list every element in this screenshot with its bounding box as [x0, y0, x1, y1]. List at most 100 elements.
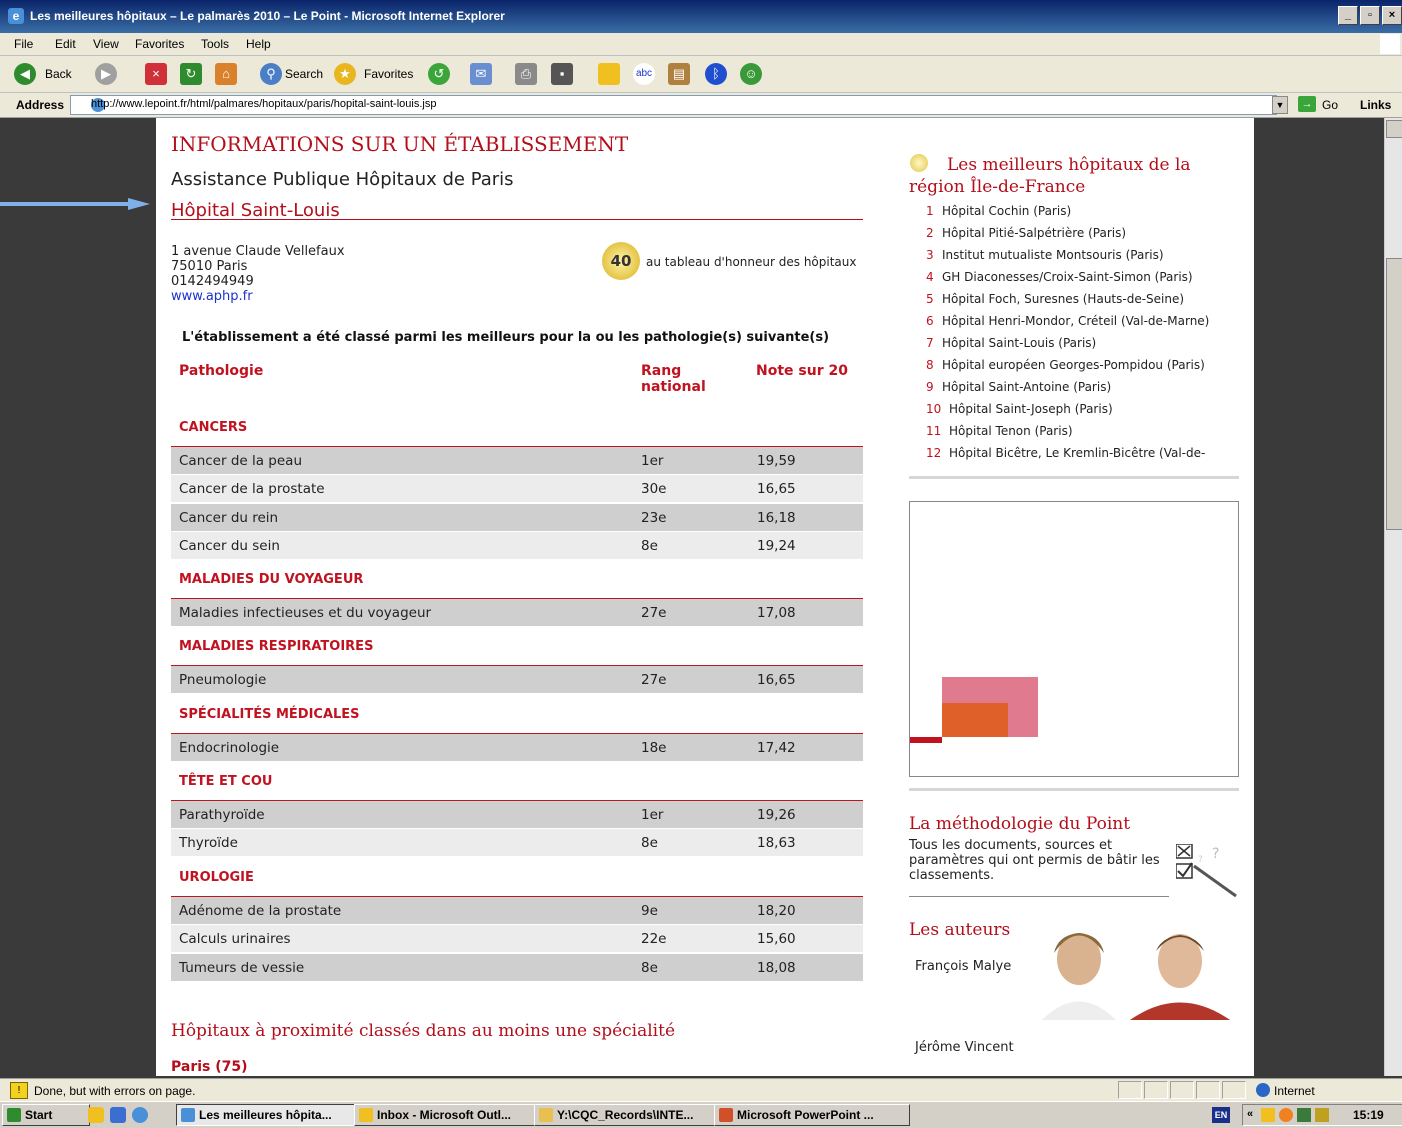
menu-edit[interactable]: Edit	[55, 37, 76, 51]
author-name[interactable]: François Malye	[915, 959, 1011, 974]
stop-icon[interactable]: ×	[145, 63, 167, 85]
ranking-item[interactable]: 6 Hôpital Henri-Mondor, Créteil (Val-de-M…	[926, 314, 1209, 328]
ad-banner[interactable]	[909, 501, 1239, 777]
print-icon[interactable]: ⎙	[515, 63, 537, 85]
start-button[interactable]: Start	[2, 1104, 90, 1126]
menu-favorites[interactable]: Favorites	[135, 37, 184, 51]
favorites-button[interactable]: Favorites	[364, 67, 413, 81]
language-indicator[interactable]: EN	[1212, 1107, 1230, 1123]
ranking-hospital[interactable]: Hôpital Cochin (Paris)	[942, 204, 1071, 218]
note-icon[interactable]	[598, 63, 620, 85]
ranking-hospital[interactable]: Hôpital Saint-Joseph (Paris)	[949, 402, 1113, 416]
search-icon[interactable]: ⚲	[260, 63, 282, 85]
ranking-item[interactable]: 8 Hôpital européen Georges-Pompidou (Pari…	[926, 358, 1205, 372]
methodology-title[interactable]: La méthodologie du Point	[909, 814, 1130, 834]
ranking-hospital[interactable]: Hôpital Saint-Louis (Paris)	[942, 336, 1096, 350]
maximize-button[interactable]: ▫	[1360, 6, 1380, 25]
ranking-item[interactable]: 1 Hôpital Cochin (Paris)	[926, 204, 1071, 218]
table-row: Endocrinologie 18e 17,42	[171, 734, 863, 761]
outlook-icon	[359, 1108, 373, 1122]
quicklaunch-icon[interactable]	[88, 1107, 104, 1123]
window-title-bar[interactable]: e Les meilleures hôpitaux – Le palmarès …	[0, 0, 1402, 33]
ranking-item[interactable]: 9 Hôpital Saint-Antoine (Paris)	[926, 380, 1111, 394]
score-cell: 17,08	[757, 605, 796, 621]
lock-icon[interactable]	[1261, 1108, 1275, 1122]
warning-icon[interactable]: !	[10, 1082, 28, 1099]
pathology-cell: Calculs urinaires	[179, 931, 291, 947]
ranking-number: 6	[926, 314, 934, 328]
task-powerpoint[interactable]: Microsoft PowerPoint ...	[714, 1104, 910, 1126]
ranking-item[interactable]: 12 Hôpital Bicêtre, Le Kremlin-Bicêtre (V…	[926, 446, 1205, 460]
url-dropdown-icon[interactable]: ▼	[1272, 96, 1288, 114]
ranking-item[interactable]: 3 Institut mutualiste Montsouris (Paris)	[926, 248, 1164, 262]
task-outlook[interactable]: Inbox - Microsoft Outl...	[354, 1104, 550, 1126]
menu-help[interactable]: Help	[246, 37, 271, 51]
ie-logo-icon: e	[8, 8, 24, 24]
history-icon[interactable]: ↺	[428, 63, 450, 85]
search-button[interactable]: Search	[285, 67, 323, 81]
ranking-item[interactable]: 10 Hôpital Saint-Joseph (Paris)	[926, 402, 1113, 416]
close-button[interactable]: ×	[1382, 6, 1402, 25]
nearby-region-link[interactable]: Paris (75)	[171, 1059, 248, 1075]
research-icon[interactable]: ▤	[668, 63, 690, 85]
ranking-item[interactable]: 11 Hôpital Tenon (Paris)	[926, 424, 1073, 438]
pathology-cell: Cancer du rein	[179, 510, 279, 526]
ranking-hospital[interactable]: GH Diaconesses/Croix-Saint-Simon (Paris)	[942, 270, 1193, 284]
network-icon[interactable]	[1297, 1108, 1311, 1122]
back-arrow-icon[interactable]: ◀	[14, 63, 36, 85]
task-explorer[interactable]: Y:\CQC_Records\INTE...	[534, 1104, 730, 1126]
ranking-item[interactable]: 7 Hôpital Saint-Louis (Paris)	[926, 336, 1096, 350]
minimize-button[interactable]: _	[1338, 6, 1358, 25]
favorites-star-icon[interactable]: ★	[334, 63, 356, 85]
task-ie[interactable]: Les meilleures hôpita...	[176, 1104, 370, 1126]
go-button[interactable]: Go	[1322, 98, 1338, 112]
status-pane	[1170, 1081, 1194, 1099]
go-arrow-icon[interactable]: →	[1298, 96, 1316, 112]
ranking-hospital[interactable]: Hôpital Tenon (Paris)	[949, 424, 1073, 438]
author-name[interactable]: Jérôme Vincent	[915, 1040, 1014, 1055]
back-button[interactable]: Back	[45, 67, 72, 81]
menu-view[interactable]: View	[93, 37, 119, 51]
clock[interactable]: 15:19	[1353, 1108, 1384, 1122]
ranking-hospital[interactable]: Hôpital Foch, Suresnes (Hauts-de-Seine)	[942, 292, 1184, 306]
score-cell: 15,60	[757, 931, 796, 947]
ranking-item[interactable]: 4 GH Diaconesses/Croix-Saint-Simon (Paris…	[926, 270, 1193, 284]
website-link[interactable]: www.aphp.fr	[171, 289, 345, 304]
menu-tools[interactable]: Tools	[201, 37, 229, 51]
ranking-hospital[interactable]: Hôpital Bicêtre, Le Kremlin-Bicêtre (Val…	[949, 446, 1205, 460]
ranking-number: 10	[926, 402, 942, 416]
ranking-hospital[interactable]: Hôpital Henri-Mondor, Créteil (Val-de-Ma…	[942, 314, 1209, 328]
pathology-cell: Parathyroïde	[179, 807, 265, 823]
menu-file[interactable]: File	[14, 37, 33, 51]
status-pane	[1196, 1081, 1220, 1099]
tray-expand-icon[interactable]: «	[1247, 1108, 1253, 1120]
ranking-item[interactable]: 2 Hôpital Pitié-Salpétrière (Paris)	[926, 226, 1126, 240]
score-cell: 16,65	[757, 481, 796, 497]
url-input[interactable]: http://www.lepoint.fr/html/palmares/hopi…	[70, 95, 1277, 115]
scroll-thumb[interactable]	[1386, 258, 1402, 530]
divider	[909, 788, 1239, 791]
ranking-hospital[interactable]: Hôpital européen Georges-Pompidou (Paris…	[942, 358, 1205, 372]
quicklaunch-icon[interactable]	[110, 1107, 126, 1123]
home-icon[interactable]: ⌂	[215, 63, 237, 85]
forward-arrow-icon[interactable]: ▶	[95, 63, 117, 85]
refresh-icon[interactable]: ↻	[180, 63, 202, 85]
scroll-up-icon[interactable]	[1386, 120, 1402, 138]
edit-icon[interactable]: ▪	[551, 63, 573, 85]
spellcheck-icon[interactable]: abc	[633, 63, 655, 85]
bluetooth-icon[interactable]: ᛒ	[705, 63, 727, 85]
messenger-icon[interactable]: ☺	[740, 63, 762, 85]
ranking-hospital[interactable]: Hôpital Pitié-Salpétrière (Paris)	[942, 226, 1126, 240]
mail-icon[interactable]: ✉	[470, 63, 492, 85]
ie-quicklaunch-icon[interactable]	[132, 1107, 148, 1123]
ranking-number: 3	[926, 248, 934, 262]
ranking-hospital[interactable]: Institut mutualiste Montsouris (Paris)	[942, 248, 1164, 262]
links-button[interactable]: Links	[1360, 98, 1391, 112]
ranking-item[interactable]: 5 Hôpital Foch, Suresnes (Hauts-de-Seine)	[926, 292, 1184, 306]
scrollbar[interactable]	[1384, 118, 1402, 1076]
col-header-rang-line2: national	[641, 379, 706, 395]
ranking-hospital[interactable]: Hôpital Saint-Antoine (Paris)	[942, 380, 1111, 394]
volume-icon[interactable]	[1315, 1108, 1329, 1122]
tray-app-icon[interactable]	[1279, 1108, 1293, 1122]
table-row: Calculs urinaires 22e 15,60	[171, 925, 863, 952]
